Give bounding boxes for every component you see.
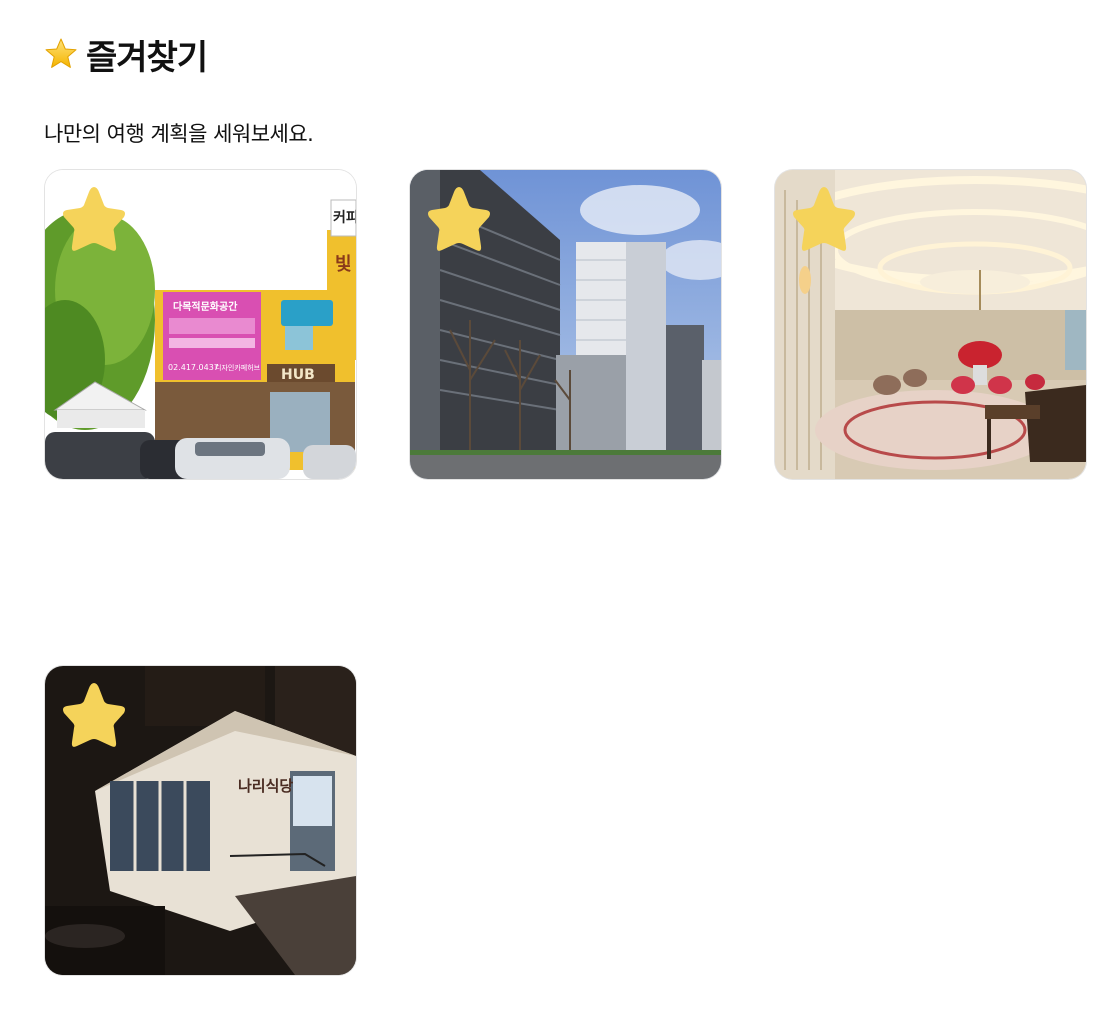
page-title: 즐겨찾기: [44, 32, 208, 78]
page-title-text: 즐겨찾기: [86, 37, 208, 78]
favorite-card-lobby[interactable]: [775, 170, 1086, 479]
favorite-star-button[interactable]: [788, 183, 860, 255]
star-icon: [63, 187, 125, 251]
favorite-star-button[interactable]: [58, 183, 130, 255]
cafe-banner-extra: 디자인카페허브: [215, 363, 261, 372]
cafe-sign-top: 커피: [333, 210, 356, 226]
star-icon: [428, 187, 490, 251]
page-subtitle: 나만의 여행 계획을 세워보세요.: [44, 122, 314, 146]
cafe-banner-text: 다목적문화공간: [173, 300, 238, 313]
favorite-star-button[interactable]: [423, 183, 495, 255]
favorite-card-city[interactable]: [410, 170, 721, 479]
star-icon: [793, 187, 855, 251]
cafe-hub-sign: HUB: [281, 367, 315, 383]
cafe-banner-phone: 02.417.0437: [168, 363, 219, 372]
restaurant-sign: 나리식당: [238, 777, 293, 795]
cafe-sign-side: 빛: [335, 254, 352, 275]
star-icon: [63, 683, 125, 747]
favorite-star-button[interactable]: [58, 679, 130, 751]
favorite-card-restaurant[interactable]: 나리식당: [45, 666, 356, 975]
favorite-card-cafe[interactable]: 커피 빛 다목적문화공간 02.417.0437 디자인카페허브 HUB: [45, 170, 356, 479]
star-emoji-icon: [45, 38, 77, 68]
